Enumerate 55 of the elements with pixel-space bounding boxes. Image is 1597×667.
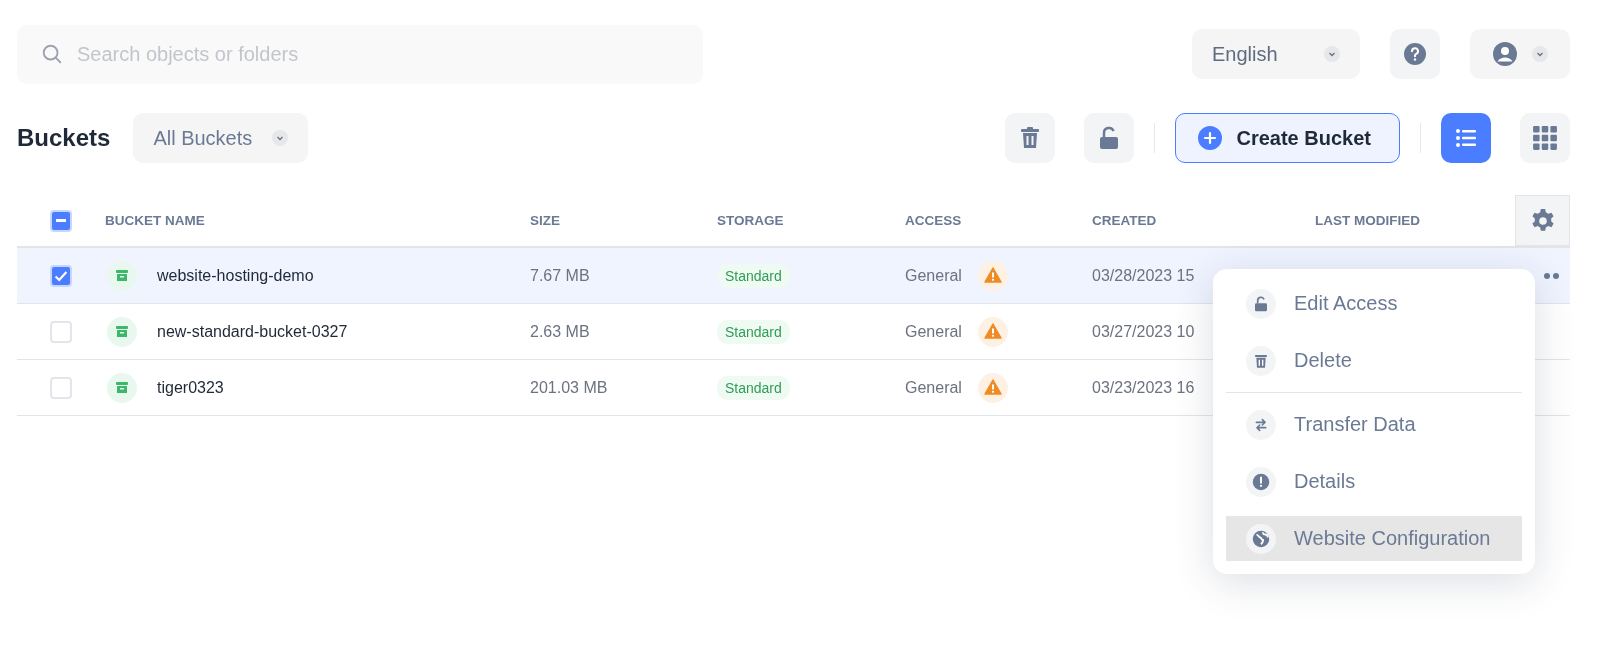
- plus-circle-icon: [1198, 126, 1223, 150]
- bucket-icon: [107, 372, 137, 403]
- access-cell: General: [905, 266, 962, 285]
- column-header: SIZE: [530, 213, 560, 228]
- created-cell: 03/27/2023 10: [1092, 322, 1195, 341]
- chevron-down-icon: [1324, 46, 1340, 62]
- select-all-checkbox[interactable]: [50, 209, 72, 232]
- storage-tag: Standard: [717, 263, 790, 288]
- menu-item[interactable]: Details: [1226, 453, 1522, 510]
- row-checkbox[interactable]: [50, 320, 72, 343]
- column-header: LAST MODIFIED: [1315, 213, 1420, 228]
- settings-button[interactable]: [1515, 195, 1570, 246]
- chevron-down-icon: [272, 130, 289, 146]
- bucket-name[interactable]: new-standard-bucket-0327: [157, 322, 348, 341]
- exclamation-circle-icon: [1252, 472, 1270, 491]
- bucket-icon: [107, 316, 137, 347]
- column-header: ACCESS: [905, 213, 962, 228]
- menu-item[interactable]: Website Configuration: [1226, 516, 1522, 561]
- list-view-button[interactable]: [1441, 113, 1491, 163]
- size-cell: 7.67 MB: [530, 266, 590, 285]
- account-button[interactable]: [1470, 29, 1570, 79]
- column-header: STORAGE: [717, 213, 784, 228]
- size-cell: 2.63 MB: [530, 322, 590, 341]
- grid-view-button[interactable]: [1520, 113, 1570, 163]
- user-avatar-icon: [1492, 41, 1518, 67]
- created-cell: 03/23/2023 16: [1092, 378, 1195, 397]
- storage-tag: Standard: [717, 319, 790, 344]
- access-cell: General: [905, 378, 962, 397]
- transfer-arrows-icon: [1253, 416, 1269, 433]
- bucket-name[interactable]: website-hosting-demo: [157, 266, 314, 285]
- unlocked-padlock-icon: [1253, 295, 1269, 312]
- bucket-icon: [107, 260, 137, 291]
- help-icon: [1403, 42, 1427, 66]
- access-cell: General: [905, 322, 962, 341]
- column-header: CREATED: [1092, 213, 1157, 228]
- column-header: BUCKET NAME: [105, 213, 205, 228]
- access-button[interactable]: [1084, 113, 1135, 163]
- storage-tag: Standard: [717, 375, 790, 400]
- page-title: Buckets: [17, 124, 111, 152]
- create-bucket-button[interactable]: Create Bucket: [1175, 113, 1400, 163]
- settings-icon: [1529, 207, 1556, 234]
- trash-icon: [1253, 352, 1269, 369]
- bucket-name[interactable]: tiger0323: [157, 378, 224, 397]
- size-cell: 201.03 MB: [530, 378, 608, 397]
- row-checkbox[interactable]: [50, 264, 72, 287]
- delete-button[interactable]: [1005, 113, 1056, 163]
- minus-icon: [56, 219, 66, 222]
- row-checkbox[interactable]: [50, 376, 72, 399]
- language-dropdown[interactable]: English: [1192, 29, 1360, 79]
- grid-icon: [1532, 125, 1558, 151]
- bucket-filter-dropdown[interactable]: All Buckets: [133, 113, 309, 163]
- chevron-down-icon: [1532, 46, 1548, 62]
- help-button[interactable]: [1390, 29, 1440, 79]
- created-cell: 03/28/2023 15: [1092, 266, 1195, 285]
- list-icon: [1454, 126, 1478, 150]
